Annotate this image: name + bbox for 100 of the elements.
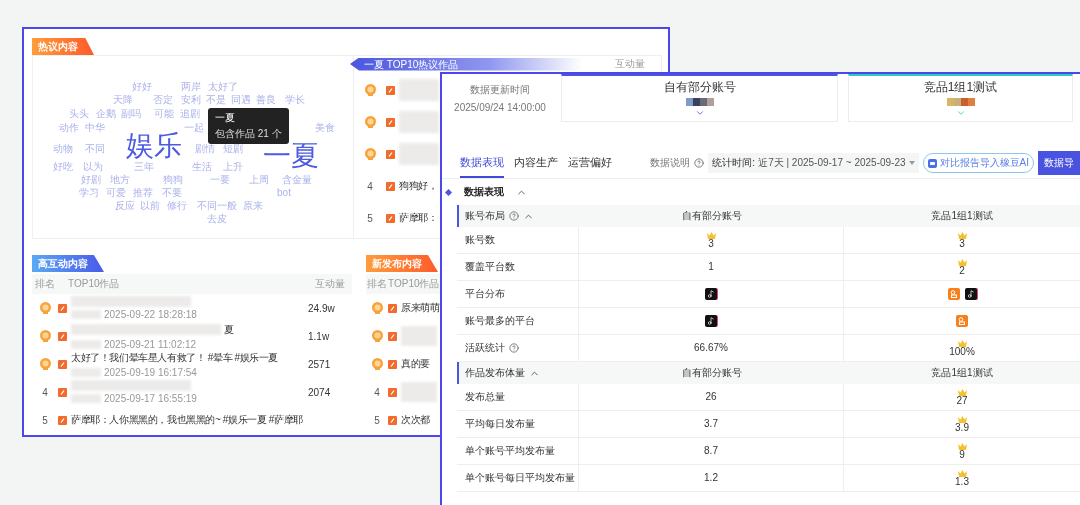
account-group-card[interactable]: 自有部分账号	[561, 74, 838, 122]
metric-value: 9	[959, 449, 965, 460]
crown-icon	[957, 388, 967, 396]
cloud-word[interactable]: 否定	[153, 95, 173, 105]
rank-number: 5	[374, 414, 380, 426]
metric-label: 覆盖平台数	[465, 260, 515, 274]
app-icon	[388, 359, 397, 369]
rank-number: 5	[42, 414, 48, 426]
cloud-word[interactable]: 地方	[110, 175, 130, 185]
cloud-word[interactable]: 副吗	[121, 109, 141, 119]
cloud-word[interactable]: 娱乐	[126, 132, 182, 160]
cloud-word[interactable]: 企鹅	[96, 109, 116, 119]
cloud-word[interactable]: 原来	[243, 201, 263, 211]
post-title[interactable]: 真的要	[401, 357, 430, 371]
cloud-word[interactable]: 学习	[79, 188, 99, 198]
rank-number: 4	[42, 386, 48, 398]
cloud-word[interactable]: 推荐	[133, 188, 153, 198]
cloud-word[interactable]: 可能	[154, 109, 174, 119]
cloud-word[interactable]: 安利	[181, 95, 201, 105]
post-title[interactable]: 太好了！我们晕车星人有救了！ #晕车 #娱乐一夏	[71, 350, 279, 365]
cloud-word[interactable]: 狗狗	[163, 175, 183, 185]
cloud-word[interactable]: 好剧	[81, 175, 101, 185]
cloud-word[interactable]: 不要	[162, 188, 182, 198]
date-select[interactable]: 统计时间: 近7天 | 2025-09-17 ~ 2025-09-23	[708, 153, 919, 173]
post-title[interactable]: 夏	[224, 322, 234, 337]
update-label: 数据更新时间	[470, 83, 530, 97]
app-icon	[58, 303, 67, 313]
medal-icon	[371, 330, 383, 342]
cloud-word[interactable]: 不同	[85, 144, 105, 154]
post-date: 2025-09-22 18:28:18	[104, 309, 197, 320]
cloud-word[interactable]: 短剧	[223, 144, 243, 154]
account-group-card[interactable]: 竞品1组1测试	[848, 74, 1073, 122]
cloud-word[interactable]: 上周	[249, 175, 269, 185]
crown-icon	[957, 469, 967, 477]
help-icon[interactable]	[509, 343, 519, 353]
cloud-word[interactable]: 同遇	[231, 95, 251, 105]
metric-label: 账号最多的平台	[465, 314, 535, 328]
tab[interactable]: 数据表现	[460, 155, 504, 178]
tab[interactable]: 内容生产	[514, 155, 558, 178]
import-ai-button[interactable]: 对比报告导入橡豆AI	[922, 153, 1034, 173]
app-icon	[386, 85, 395, 95]
metric-label: 单个账号平均发布量	[465, 444, 555, 458]
chevron-down-icon[interactable]	[955, 108, 966, 118]
cloud-word[interactable]: 善良	[256, 95, 276, 105]
cloud-word[interactable]: bot	[277, 188, 291, 198]
post-title[interactable]: 狗狗好，	[399, 179, 438, 193]
cloud-word[interactable]: 好吃	[53, 162, 73, 172]
cloud-word[interactable]: 修行	[167, 201, 187, 211]
cloud-word[interactable]: 太好了	[208, 82, 238, 92]
section-tag: 热议内容	[32, 38, 94, 55]
post-title[interactable]: 原来萌萌	[401, 301, 440, 315]
cloud-word[interactable]: 上升	[223, 162, 243, 172]
column-header: 互动量	[615, 57, 645, 71]
cloud-word[interactable]: 去皮	[207, 214, 227, 224]
help-icon[interactable]	[694, 158, 705, 168]
medal-icon	[364, 84, 376, 96]
post-title[interactable]: 萨摩耶：	[399, 211, 438, 225]
medal-icon	[364, 148, 376, 160]
app-icon	[58, 359, 67, 369]
medal-icon	[371, 358, 383, 370]
post-title[interactable]: 次次都	[401, 413, 430, 427]
chevron-down-icon[interactable]	[694, 108, 705, 118]
metric-value: 1	[708, 262, 714, 272]
chat-icon	[927, 158, 937, 168]
list-banner: 一夏 TOP10热议作品	[350, 57, 582, 71]
cloud-word[interactable]: 美食	[315, 123, 335, 133]
help-icon[interactable]	[509, 211, 519, 221]
cloud-word[interactable]: 动物	[53, 144, 73, 154]
group-title: 作品发布体量	[465, 366, 525, 380]
cloud-word[interactable]: 动作	[59, 123, 79, 133]
cloud-word[interactable]: 反应	[115, 201, 135, 211]
metric-label: 平台分布	[465, 287, 505, 301]
metric-value: 100%	[949, 346, 975, 357]
app-icon	[947, 288, 960, 300]
cloud-word[interactable]: 两岸	[181, 82, 201, 92]
tab[interactable]: 运营偏好	[568, 155, 612, 178]
cloud-word[interactable]: 不是	[206, 95, 226, 105]
tooltip-detail: 包含作品 21 个	[215, 127, 282, 141]
cloud-word[interactable]: 可爱	[106, 188, 126, 198]
music-note-icon	[964, 288, 977, 300]
cloud-word[interactable]: 生活	[192, 162, 212, 172]
post-title[interactable]: 萨摩耶：人你黑黑的，我也黑黑的~ #娱乐一夏 #萨摩耶	[71, 413, 303, 427]
cloud-word[interactable]: 追剧	[180, 109, 200, 119]
cloud-word[interactable]: 以为	[83, 162, 103, 172]
cloud-word[interactable]: 一夏	[263, 142, 319, 170]
help-label[interactable]: 数据说明	[650, 156, 691, 170]
cloud-word[interactable]: 以前	[140, 201, 160, 211]
export-button[interactable]: 数据导	[1038, 151, 1080, 175]
medal-icon	[39, 358, 51, 370]
cloud-word[interactable]: 好好	[132, 82, 152, 92]
cloud-word[interactable]: 三年	[134, 162, 154, 172]
cloud-word[interactable]: 含金量	[282, 175, 312, 185]
cloud-word[interactable]: 剧情	[195, 144, 215, 154]
app-icon	[388, 415, 397, 425]
cloud-word[interactable]: 头头	[69, 109, 89, 119]
avatar-placeholder	[946, 98, 975, 106]
metric-label: 单个账号每日平均发布量	[465, 471, 575, 485]
cloud-word[interactable]: 天降	[113, 95, 133, 105]
cloud-word[interactable]: 学长	[285, 95, 305, 105]
cloud-word[interactable]: 中华	[85, 123, 105, 133]
